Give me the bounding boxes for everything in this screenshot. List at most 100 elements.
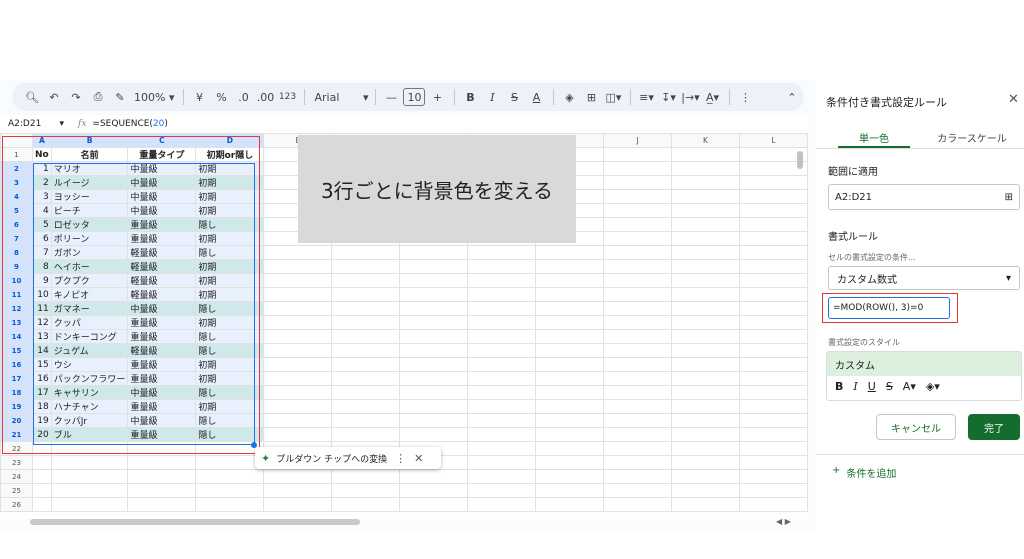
cell-b19[interactable]: ハナチャン — [50, 399, 129, 414]
cell-f8[interactable] — [331, 245, 401, 260]
cell-b3[interactable]: ルイージ — [50, 175, 129, 190]
number-format-button[interactable]: 123 — [277, 86, 297, 108]
cell-l26[interactable] — [738, 497, 808, 512]
cell-l18[interactable] — [738, 385, 808, 400]
cancel-button[interactable]: キャンセル — [876, 414, 956, 440]
cell-g21[interactable] — [399, 427, 469, 442]
cell-d5[interactable]: 初期 — [195, 203, 265, 218]
cell-a4[interactable]: 3 — [31, 189, 52, 204]
cell-i15[interactable] — [535, 343, 605, 358]
cell-c6[interactable]: 重量級 — [127, 217, 197, 232]
cell-a10[interactable]: 9 — [31, 273, 52, 288]
cell-j18[interactable] — [603, 385, 673, 400]
cell-b15[interactable]: ジュゲム — [50, 343, 129, 358]
cell-c21[interactable]: 重量級 — [127, 427, 197, 442]
cell-b13[interactable]: クッパ — [50, 315, 129, 330]
cell-l24[interactable] — [738, 469, 808, 484]
cell-e16[interactable] — [263, 357, 333, 372]
tab-color-scale[interactable]: カラースケール — [924, 130, 1020, 145]
increase-decimal-button[interactable]: .00 — [255, 86, 275, 108]
cell-b24[interactable] — [50, 469, 129, 484]
close-icon[interactable]: ✕ — [1008, 92, 1019, 107]
cell-h25[interactable] — [467, 483, 537, 498]
cell-i10[interactable] — [535, 273, 605, 288]
cell-c22[interactable] — [127, 441, 197, 456]
cell-d24[interactable] — [195, 469, 265, 484]
cell-a12[interactable]: 11 — [31, 301, 52, 316]
cell-i25[interactable] — [535, 483, 605, 498]
cell-j5[interactable] — [603, 203, 673, 218]
cell-k9[interactable] — [671, 259, 740, 274]
cell-j22[interactable] — [603, 441, 673, 456]
cell-c15[interactable]: 軽量級 — [127, 343, 197, 358]
cell-b14[interactable]: ドンキーコング — [50, 329, 129, 344]
cell-b8[interactable]: ガボン — [50, 245, 129, 260]
row-header[interactable]: 8 — [0, 245, 33, 260]
cell-h19[interactable] — [467, 399, 537, 414]
row-header[interactable]: 18 — [0, 385, 33, 400]
cell-l7[interactable] — [738, 231, 808, 246]
cell-b11[interactable]: キノピオ — [50, 287, 129, 302]
cell-k6[interactable] — [671, 217, 740, 232]
cell-l25[interactable] — [738, 483, 808, 498]
cell-d4[interactable]: 初期 — [195, 189, 265, 204]
cell-f26[interactable] — [331, 497, 401, 512]
zoom-select[interactable]: 100% ▾ — [132, 86, 176, 108]
cell-d12[interactable]: 隠し — [195, 301, 265, 316]
cell-h17[interactable] — [467, 371, 537, 386]
cell-a17[interactable]: 16 — [31, 371, 52, 386]
cell-e8[interactable] — [263, 245, 333, 260]
formula-input[interactable]: =SEQUENCE(20) — [92, 119, 167, 129]
done-button[interactable]: 完了 — [968, 414, 1020, 440]
cell-g19[interactable] — [399, 399, 469, 414]
cell-e20[interactable] — [263, 413, 333, 428]
cell-k16[interactable] — [671, 357, 740, 372]
cell-h14[interactable] — [467, 329, 537, 344]
font-size-increase-button[interactable]: + — [427, 86, 447, 108]
cell-f15[interactable] — [331, 343, 401, 358]
percent-button[interactable]: % — [211, 86, 231, 108]
cell-b16[interactable]: ウシ — [50, 357, 129, 372]
cell-c10[interactable]: 軽量級 — [127, 273, 197, 288]
cell-a11[interactable]: 10 — [31, 287, 52, 302]
row-header[interactable]: 15 — [0, 343, 33, 358]
cell-a26[interactable] — [31, 497, 52, 512]
cell-l10[interactable] — [738, 273, 808, 288]
cell-f14[interactable] — [331, 329, 401, 344]
cell-f21[interactable] — [331, 427, 401, 442]
bold-button[interactable]: B — [835, 380, 843, 393]
cell-b10[interactable]: プクプク — [50, 273, 129, 288]
cell-e21[interactable] — [263, 427, 333, 442]
redo-icon[interactable]: ↷ — [66, 86, 86, 108]
cell-h11[interactable] — [467, 287, 537, 302]
cell-a14[interactable]: 13 — [31, 329, 52, 344]
cell-f9[interactable] — [331, 259, 401, 274]
cell-a18[interactable]: 17 — [31, 385, 52, 400]
row-header[interactable]: 11 — [0, 287, 33, 302]
row-header[interactable]: 16 — [0, 357, 33, 372]
text-color-button[interactable]: A — [526, 86, 546, 108]
cell-d16[interactable]: 初期 — [195, 357, 265, 372]
cell-a8[interactable]: 7 — [31, 245, 52, 260]
cell-j21[interactable] — [603, 427, 673, 442]
cell-d21[interactable]: 隠し — [195, 427, 265, 442]
cell-l11[interactable] — [738, 287, 808, 302]
paint-format-icon[interactable]: ✎ — [110, 86, 130, 108]
cell-k5[interactable] — [671, 203, 740, 218]
cell-j25[interactable] — [603, 483, 673, 498]
row-header[interactable]: 26 — [0, 497, 33, 512]
cell-b18[interactable]: キャサリン — [50, 385, 129, 400]
cell-k18[interactable] — [671, 385, 740, 400]
cell-i23[interactable] — [535, 455, 605, 470]
text-rotation-icon[interactable]: A̲▾ — [702, 86, 722, 108]
cell-d20[interactable]: 隠し — [195, 413, 265, 428]
cell-b6[interactable]: ロゼッタ — [50, 217, 129, 232]
add-rule-button[interactable]: + 条件を追加 — [832, 465, 896, 480]
cell-b17[interactable]: パックンフラワー — [50, 371, 129, 386]
cell-i26[interactable] — [535, 497, 605, 512]
cell-b5[interactable]: ピーチ — [50, 203, 129, 218]
cell-h20[interactable] — [467, 413, 537, 428]
cell-c14[interactable]: 重量級 — [127, 329, 197, 344]
cell-l23[interactable] — [738, 455, 808, 470]
close-icon[interactable]: ✕ — [414, 452, 423, 465]
